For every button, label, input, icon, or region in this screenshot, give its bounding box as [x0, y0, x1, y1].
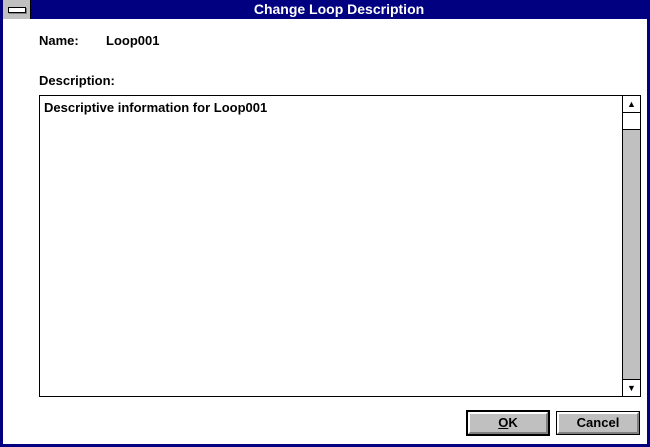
scroll-up-button[interactable]: ▲ — [623, 96, 640, 113]
ok-label: K — [508, 415, 518, 430]
arrow-up-icon: ▲ — [627, 99, 636, 109]
arrow-down-icon: ▼ — [627, 383, 636, 393]
vertical-scrollbar[interactable]: ▲ ▼ — [622, 96, 640, 396]
description-label: Description: — [39, 73, 115, 88]
scroll-down-button[interactable]: ▼ — [623, 379, 640, 396]
window-title: Change Loop Description — [253, 1, 425, 17]
title-bar[interactable]: Change Loop Description — [3, 0, 647, 19]
ok-button[interactable]: OK — [466, 410, 550, 436]
ok-mnemonic: O — [498, 415, 509, 430]
name-value: Loop001 — [106, 33, 160, 48]
name-label: Name: — [39, 33, 79, 48]
scroll-thumb[interactable] — [623, 113, 640, 130]
system-menu-icon — [8, 7, 26, 13]
description-text[interactable]: Descriptive information for Loop001 — [44, 100, 618, 115]
cancel-button[interactable]: Cancel — [556, 411, 640, 435]
system-menu-button[interactable] — [3, 0, 31, 19]
dialog-window: Change Loop Description Name: Loop001 De… — [0, 0, 650, 447]
description-textarea[interactable]: Descriptive information for Loop001 ▲ ▼ — [39, 95, 641, 397]
